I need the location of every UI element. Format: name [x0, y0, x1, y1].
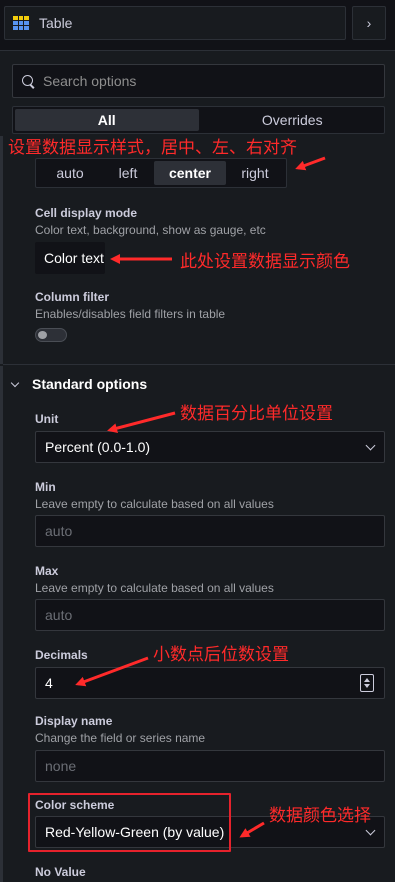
chevron-right-icon: ›: [366, 15, 372, 31]
unit-select[interactable]: Percent (0.0-1.0): [35, 431, 385, 463]
table-icon: [13, 16, 29, 30]
unit-value: Percent (0.0-1.0): [45, 439, 151, 455]
column-filter-toggle[interactable]: [35, 328, 67, 342]
cell-display-mode-description: Color text, background, show as gauge, e…: [35, 223, 266, 237]
annotation-unit: 数据百分比单位设置: [180, 404, 333, 424]
display-name-input[interactable]: none: [35, 750, 385, 782]
cell-display-mode-label: Cell display mode: [35, 206, 138, 220]
align-right-option[interactable]: right: [226, 161, 284, 185]
color-scheme-value: Red-Yellow-Green (by value): [45, 824, 225, 840]
display-name-label: Display name: [35, 714, 113, 728]
tab-all[interactable]: All: [15, 109, 199, 131]
align-auto-option[interactable]: auto: [38, 161, 102, 185]
cell-display-mode-value: Color text: [44, 250, 104, 266]
max-label: Max: [35, 564, 59, 578]
visualization-title: Table: [39, 15, 73, 31]
search-options[interactable]: [12, 64, 385, 98]
min-input[interactable]: auto: [35, 515, 385, 547]
toggle-knob: [38, 331, 47, 339]
color-scheme-label: Color scheme: [35, 798, 115, 812]
standard-options-header[interactable]: Standard options: [10, 376, 148, 392]
annotation-display-color: 此处设置数据显示颜色: [180, 252, 350, 272]
standard-options-title: Standard options: [32, 376, 148, 392]
max-placeholder: auto: [45, 607, 73, 623]
no-value-label: No Value: [35, 865, 86, 879]
max-description: Leave empty to calculate based on all va…: [35, 581, 274, 595]
top-bar: Table ›: [0, 0, 395, 46]
chevron-down-icon: [365, 825, 376, 835]
column-filter-label: Column filter: [35, 290, 109, 304]
tab-overrides[interactable]: Overrides: [201, 107, 385, 133]
section-divider: [3, 364, 395, 365]
options-tabs: All Overrides: [12, 106, 385, 134]
collapse-options-button[interactable]: ›: [352, 6, 386, 40]
decimals-value: 4: [45, 675, 53, 691]
section-border: [0, 366, 3, 882]
search-input[interactable]: [43, 73, 343, 89]
column-filter-description: Enables/disables field filters in table: [35, 307, 226, 321]
max-input[interactable]: auto: [35, 599, 385, 631]
visualization-picker[interactable]: Table: [4, 6, 346, 40]
annotation-color-scheme: 数据颜色选择: [269, 806, 371, 826]
align-center-option[interactable]: center: [154, 161, 226, 185]
annotation-alignment: 设置数据显示样式，居中、左、右对齐: [8, 138, 297, 158]
min-placeholder: auto: [45, 523, 73, 539]
chevron-down-icon: [10, 378, 20, 387]
display-name-description: Change the field or series name: [35, 731, 206, 745]
cell-display-mode-select[interactable]: Color text: [35, 242, 105, 274]
annotation-decimals: 小数点后位数设置: [153, 645, 289, 665]
chevron-down-icon: [365, 440, 376, 450]
cell-alignment-group: auto left center right: [35, 158, 287, 188]
search-icon: [22, 74, 35, 88]
unit-label: Unit: [35, 412, 59, 426]
min-description: Leave empty to calculate based on all va…: [35, 497, 274, 511]
decimals-label: Decimals: [35, 648, 88, 662]
number-stepper-icon[interactable]: [360, 674, 374, 692]
display-name-placeholder: none: [45, 758, 77, 774]
align-left-option[interactable]: left: [102, 161, 154, 185]
min-label: Min: [35, 480, 56, 494]
decimals-input[interactable]: 4: [35, 667, 385, 699]
section-border: [0, 136, 3, 364]
